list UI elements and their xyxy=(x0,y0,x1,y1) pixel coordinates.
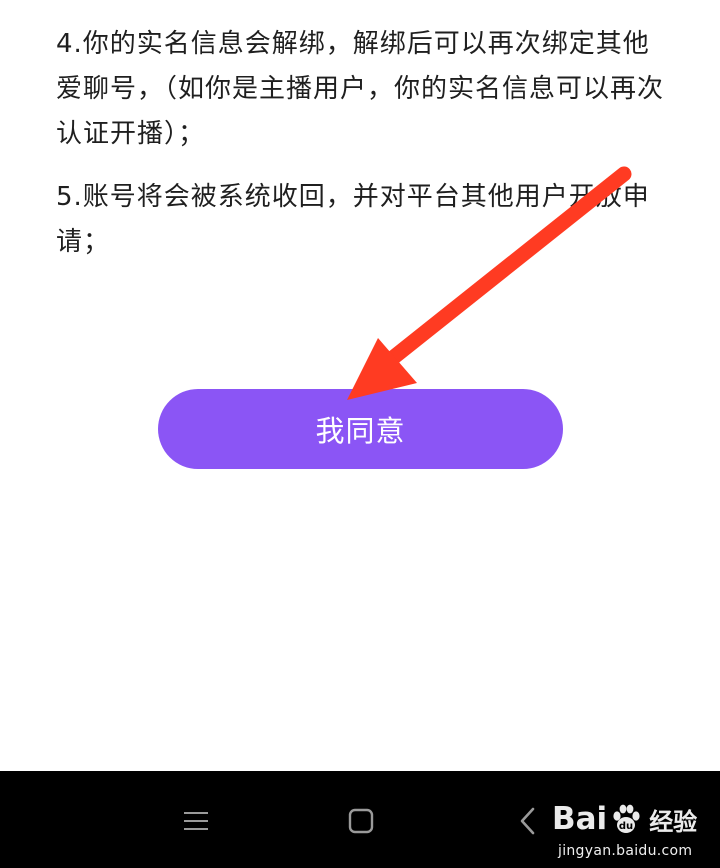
menu-icon[interactable] xyxy=(176,803,216,839)
back-chevron-icon[interactable] xyxy=(510,801,546,841)
watermark-brand-cn: 经验 xyxy=(649,807,698,836)
svg-text:du: du xyxy=(619,821,633,832)
system-navigation-bar: Bai du 经验 jingyan.baidu.com xyxy=(0,771,720,868)
paw-icon: du xyxy=(613,804,640,833)
terms-item-4: 4.你的实名信息会解绑，解绑后可以再次绑定其他爱聊号，（如你是主播用户，你的实名… xyxy=(56,29,665,149)
agree-button[interactable]: 我同意 xyxy=(158,389,563,469)
home-square-icon[interactable] xyxy=(341,803,381,839)
terms-content: 4.你的实名信息会解绑，解绑后可以再次绑定其他爱聊号，（如你是主播用户，你的实名… xyxy=(56,22,676,265)
baidu-jingyan-watermark: Bai du 经验 jingyan.baidu.com xyxy=(548,793,718,865)
watermark-logo: Bai du 经验 xyxy=(552,801,698,837)
terms-item-5: 5.账号将会被系统收回，并对平台其他用户开放申请； xyxy=(56,182,650,257)
watermark-url: jingyan.baidu.com xyxy=(558,843,693,859)
